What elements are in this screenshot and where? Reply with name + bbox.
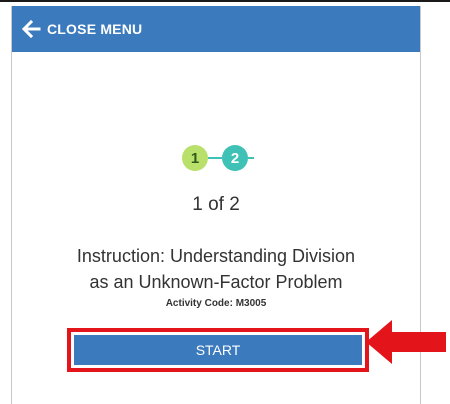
step-indicator: 1 2 (182, 145, 262, 171)
start-button[interactable]: START (74, 335, 362, 365)
arrow-left-icon (21, 19, 41, 39)
close-menu-label: CLOSE MENU (47, 21, 143, 37)
step-2-badge: 2 (222, 145, 248, 171)
step-connector (208, 157, 222, 159)
step-connector-tail (248, 157, 254, 159)
activity-title-line-2: as an Unknown-Factor Problem (89, 272, 343, 292)
top-border (0, 0, 450, 2)
close-menu-button[interactable]: CLOSE MENU (12, 6, 420, 52)
red-pointer-arrow-icon (366, 320, 446, 364)
activity-title: Instruction: Understanding Division as a… (12, 243, 420, 295)
step-1-badge: 1 (182, 145, 208, 171)
side-menu-panel: CLOSE MENU 1 2 1 of 2 Instruction: Under… (11, 6, 421, 404)
activity-code: Activity Code: M3005 (165, 298, 267, 309)
activity-title-line-1: Instruction: Understanding Division (76, 246, 356, 266)
progress-count: 1 of 2 (192, 194, 240, 215)
